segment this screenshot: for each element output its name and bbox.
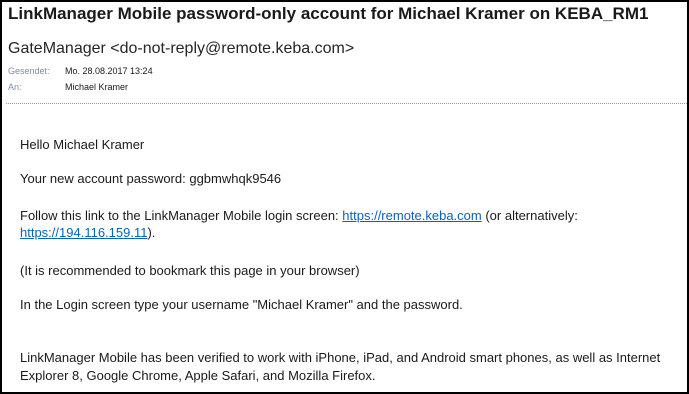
follow-link-line: Follow this link to the LinkManager Mobi… bbox=[20, 207, 578, 224]
screenshot-frame: LinkManager Mobile password-only account… bbox=[0, 0, 689, 394]
compatibility-line-1: LinkManager Mobile has been verified to … bbox=[20, 350, 661, 365]
alternate-login-link[interactable]: https://194.116.159.11 bbox=[20, 225, 147, 240]
email-sender[interactable]: GateManager <do-not-reply@remote.keba.co… bbox=[8, 40, 354, 58]
sent-row: Gesendet: Mo. 28.08.2017 13:24 bbox=[8, 66, 153, 76]
recipient-name[interactable]: Michael Kramer bbox=[65, 82, 128, 92]
primary-login-link[interactable]: https://remote.keba.com bbox=[342, 208, 481, 223]
to-label: An: bbox=[8, 82, 22, 92]
sent-value: Mo. 28.08.2017 13:24 bbox=[65, 66, 153, 76]
email-subject: LinkManager Mobile password-only account… bbox=[8, 4, 649, 23]
greeting: Hello Michael Kramer bbox=[20, 137, 145, 152]
to-row: An: Michael Kramer bbox=[8, 82, 128, 92]
bookmark-recommendation: (It is recommended to bookmark this page… bbox=[20, 263, 360, 278]
follow-middle: (or alternatively: bbox=[481, 208, 578, 223]
header-divider bbox=[6, 103, 687, 104]
login-instructions: In the Login screen type your username "… bbox=[20, 297, 463, 312]
password-line: Your new account password: ggbmwhqk9546 bbox=[20, 171, 282, 186]
follow-prefix: Follow this link to the LinkManager Mobi… bbox=[20, 208, 343, 223]
follow-link-line-2: https://194.116.159.11). bbox=[20, 224, 155, 241]
compatibility-line-2: Explorer 8, Google Chrome, Apple Safari,… bbox=[20, 368, 376, 383]
email-reading-pane: LinkManager Mobile password-only account… bbox=[2, 2, 687, 392]
sent-label: Gesendet: bbox=[8, 66, 50, 76]
follow-suffix: ). bbox=[147, 225, 156, 240]
